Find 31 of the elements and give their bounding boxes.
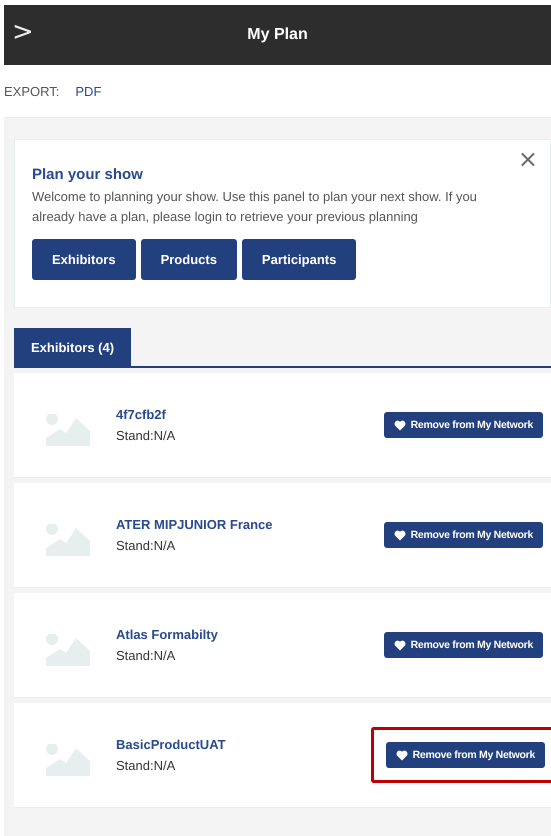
export-label: EXPORT: [4, 84, 60, 98]
remove-button[interactable]: Remove from My Network [386, 742, 545, 768]
exhibitor-name[interactable]: Atlas Formabilty [116, 627, 381, 642]
image-placeholder-icon [46, 744, 90, 776]
stand-text: Stand:N/A [116, 648, 176, 663]
stand-text: Stand:N/A [116, 758, 176, 773]
heart-icon [394, 530, 406, 540]
remove-button[interactable]: Remove from My Network [384, 632, 543, 658]
category-button[interactable]: Products [140, 239, 237, 280]
panel-title: Plan your show [32, 166, 144, 183]
close-button[interactable]: × [512, 146, 544, 172]
image-placeholder-icon [46, 414, 90, 446]
panel-text: Welcome to planning your show. Use this panel to plan your next show. If you already have a plan, please login to retrieve your previous planning [32, 188, 478, 226]
heart-icon [394, 640, 406, 650]
page-title: My Plan [247, 26, 308, 44]
heart-icon [394, 420, 406, 430]
stand-text: Stand:N/A [116, 538, 176, 553]
exhibitor-name[interactable]: BasicProductUAT [116, 737, 371, 752]
image-placeholder-icon [46, 634, 90, 666]
back-button[interactable]: > [4, 19, 40, 51]
image-placeholder-icon [46, 524, 90, 556]
category-button[interactable]: Participants [242, 239, 356, 280]
stand-text: Stand:N/A [116, 428, 176, 443]
exhibitor-name[interactable]: ATER MIPJUNIOR France [116, 517, 381, 532]
remove-button[interactable]: Remove from My Network [384, 412, 543, 438]
remove-button[interactable]: Remove from My Network [384, 522, 543, 548]
category-button[interactable]: Exhibitors [32, 239, 136, 280]
exhibitor-name[interactable]: 4f7cfb2f [116, 407, 381, 422]
tab[interactable]: Exhibitors (4) [14, 328, 132, 366]
pdf-link[interactable]: PDF [75, 84, 102, 98]
heart-icon [396, 750, 408, 760]
